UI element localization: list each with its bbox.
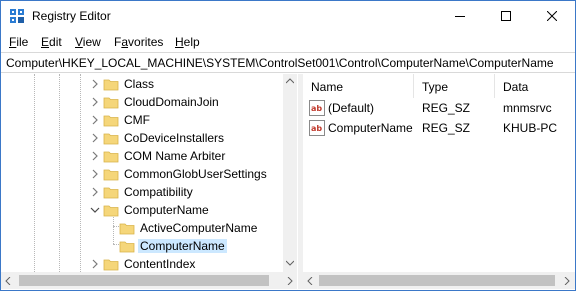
chevron-right-icon[interactable]	[89, 95, 101, 109]
chevron-right-icon[interactable]	[89, 131, 101, 145]
column-header-name[interactable]: Name	[311, 80, 343, 94]
tree-item-label: ContentIndex	[124, 257, 196, 271]
menu-favorites[interactable]: Favorites	[114, 35, 163, 49]
title-bar[interactable]: Registry Editor	[1, 1, 575, 31]
minimize-icon	[455, 16, 465, 17]
tree-hscroll-thumb[interactable]	[19, 275, 269, 286]
chevron-right-icon[interactable]	[89, 167, 101, 181]
chevron-right-icon[interactable]	[89, 113, 101, 127]
tree-horizontal-scrollbar[interactable]	[1, 272, 297, 289]
tree-item-cmf[interactable]: CMF	[1, 111, 283, 129]
chevron-down-icon[interactable]	[89, 203, 101, 217]
values-list-pane[interactable]: Name Type Data ab (Default) REG_SZ mnmsr…	[303, 74, 575, 272]
svg-text:ab: ab	[311, 124, 322, 133]
close-icon	[547, 11, 557, 21]
registry-editor-window: Registry Editor File Edit View Favorites…	[0, 0, 576, 291]
tree-item-clouddomainjoin[interactable]: CloudDomainJoin	[1, 93, 283, 111]
tree-item-compatibility[interactable]: Compatibility	[1, 183, 283, 201]
tree-item-label: ComputerName	[138, 239, 227, 253]
folder-icon	[103, 133, 119, 145]
list-hscroll-thumb[interactable]	[319, 275, 555, 286]
value-name: (Default)	[328, 101, 375, 115]
tree-item-label: ActiveComputerName	[140, 221, 258, 235]
column-divider[interactable]	[494, 74, 495, 98]
menu-file[interactable]: File	[9, 35, 28, 49]
tree-item-codeviceinstallers[interactable]: CoDeviceInstallers	[1, 129, 283, 147]
open-folder-icon	[103, 205, 119, 217]
column-header-type[interactable]: Type	[422, 80, 448, 94]
folder-icon	[103, 97, 119, 109]
menu-help[interactable]: Help	[175, 35, 200, 49]
value-name: ComputerName	[328, 121, 413, 135]
window-title: Registry Editor	[32, 9, 111, 23]
folder-icon	[103, 151, 119, 163]
tree-item-label: Compatibility	[124, 185, 193, 199]
folder-icon	[103, 187, 119, 199]
folder-icon	[103, 79, 119, 91]
string-value-icon: ab	[309, 120, 325, 136]
value-data: KHUB-PC	[503, 121, 558, 135]
tree-item-commonglobusersettings[interactable]: CommonGlobUserSettings	[1, 165, 283, 183]
chevron-right-icon[interactable]	[89, 257, 101, 271]
string-value-icon: ab	[309, 100, 325, 116]
svg-text:ab: ab	[311, 104, 322, 113]
chevron-right-icon[interactable]	[89, 77, 101, 91]
column-divider[interactable]	[413, 74, 414, 98]
list-header: Name Type Data	[303, 74, 575, 98]
scroll-left-icon[interactable]	[307, 277, 313, 285]
scroll-left-icon[interactable]	[5, 277, 11, 285]
value-type: REG_SZ	[422, 101, 471, 115]
address-path[interactable]: Computer\HKEY_LOCAL_MACHINE\SYSTEM\Contr…	[6, 56, 554, 70]
folder-icon	[119, 241, 135, 253]
tree-item-label: ComputerName	[124, 203, 209, 217]
tree-item-computername-selected[interactable]: ComputerName	[1, 237, 283, 255]
value-data: mnmsrvc	[503, 101, 552, 115]
chevron-right-icon[interactable]	[89, 185, 101, 199]
key-tree-pane[interactable]: Class CloudDomainJoin CMF CoDeviceInstal…	[1, 74, 297, 272]
value-row[interactable]: ab (Default) REG_SZ mnmsrvc	[303, 98, 575, 118]
scroll-right-icon[interactable]	[564, 277, 570, 285]
scroll-right-icon[interactable]	[287, 277, 293, 285]
tree-item-activecomputername[interactable]: ActiveComputerName	[1, 219, 283, 237]
chevron-right-icon[interactable]	[89, 149, 101, 163]
folder-icon	[119, 223, 135, 235]
tree-item-label: CloudDomainJoin	[124, 95, 219, 109]
address-bar[interactable]: Computer\HKEY_LOCAL_MACHINE\SYSTEM\Contr…	[1, 52, 575, 73]
menu-view[interactable]: View	[75, 35, 101, 49]
folder-icon	[103, 169, 119, 181]
tree-item-label: CMF	[124, 113, 150, 127]
tree-item-class[interactable]: Class	[1, 75, 283, 93]
minimize-button[interactable]	[437, 1, 483, 31]
tree-item-com-name-arbiter[interactable]: COM Name Arbiter	[1, 147, 283, 165]
maximize-button[interactable]	[483, 1, 529, 31]
tree-item-contentindex[interactable]: ContentIndex	[1, 255, 283, 272]
tree-item-label: CommonGlobUserSettings	[124, 167, 267, 181]
menu-edit[interactable]: Edit	[41, 35, 62, 49]
folder-icon	[103, 259, 119, 271]
tree-item-computername-parent[interactable]: ComputerName	[1, 201, 283, 219]
tree-item-label: CoDeviceInstallers	[124, 131, 225, 145]
scroll-down-icon[interactable]	[286, 260, 294, 266]
value-row[interactable]: ab ComputerName REG_SZ KHUB-PC	[303, 118, 575, 138]
registry-app-icon	[10, 9, 24, 23]
list-horizontal-scrollbar[interactable]	[303, 272, 575, 289]
scroll-up-icon[interactable]	[286, 78, 294, 84]
value-type: REG_SZ	[422, 121, 471, 135]
tree-item-label: COM Name Arbiter	[124, 149, 226, 163]
maximize-icon	[501, 11, 511, 21]
tree-item-label: Class	[124, 77, 155, 91]
menu-bar: File Edit View Favorites Help	[1, 32, 575, 52]
column-header-data[interactable]: Data	[503, 80, 528, 94]
folder-icon	[103, 115, 119, 127]
close-button[interactable]	[529, 1, 575, 31]
tree-vertical-scrollbar[interactable]	[283, 74, 297, 272]
